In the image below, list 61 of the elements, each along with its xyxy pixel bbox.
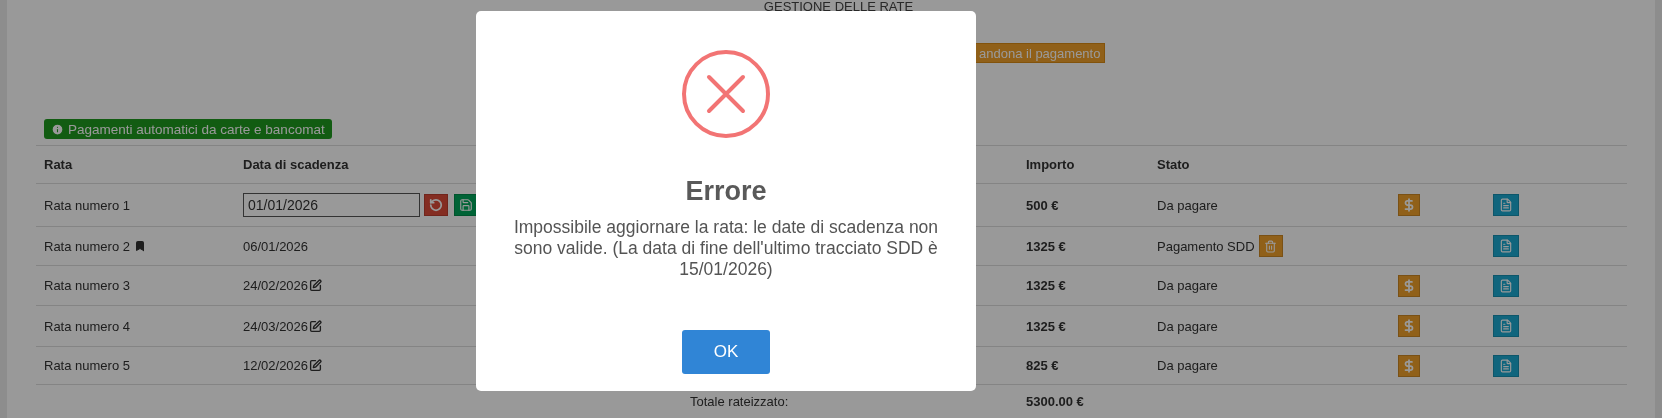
total-amount: 5300.00 €	[1026, 394, 1084, 409]
amount-cell: 500 €	[1026, 197, 1059, 213]
pay-button[interactable]	[1398, 315, 1420, 337]
table-cell: Rata numero 4	[44, 318, 130, 334]
dialog-message: Impossibile aggiornare la rata: le date di scadenza non sono valide. (La data di fine dell'ultimo tracciato SDD è 15/01/2026)	[512, 217, 940, 280]
document-icon	[1499, 358, 1513, 373]
column-header: Importo	[1026, 157, 1075, 172]
status-cell: Da pagare	[1157, 197, 1218, 213]
page-title: GESTIONE DELLE RATE	[763, 0, 914, 13]
status-cell: Pagamento SDD	[1157, 238, 1255, 254]
document-icon	[1499, 319, 1513, 333]
delete-button[interactable]	[1258, 235, 1283, 257]
trash-icon	[1264, 239, 1278, 253]
error-icon	[681, 49, 771, 139]
info-icon	[51, 122, 64, 136]
pdf-button[interactable]	[1493, 194, 1519, 216]
pay-button[interactable]	[1398, 194, 1420, 216]
column-header: Stato	[1157, 157, 1190, 172]
ok-button[interactable]: OK	[682, 330, 770, 374]
pdf-button[interactable]	[1493, 354, 1519, 377]
dollar-icon	[1402, 278, 1416, 293]
edit-icon[interactable]	[309, 279, 323, 292]
save-icon	[459, 198, 473, 212]
undo-icon	[429, 198, 443, 212]
edit-icon[interactable]	[309, 359, 323, 372]
pdf-button[interactable]	[1493, 315, 1519, 337]
due-date: 06/01/2026	[243, 238, 309, 254]
amount-cell: 825 €	[1026, 358, 1059, 373]
pay-button[interactable]	[1398, 354, 1420, 377]
save-button[interactable]	[454, 194, 478, 216]
pay-button[interactable]	[1398, 274, 1420, 297]
table-cell: Rata numero 1	[44, 197, 130, 213]
undo-button[interactable]	[424, 194, 448, 216]
date-field[interactable]: 01/01/2026	[243, 193, 420, 217]
due-date: 24/03/2026	[243, 318, 309, 334]
amount-cell: 1325 €	[1026, 318, 1066, 334]
dialog-title: Errore	[685, 175, 767, 207]
dollar-icon	[1402, 198, 1416, 212]
table-cell: Rata numero 5	[44, 358, 130, 373]
table-cell: Rata numero 3	[44, 278, 130, 293]
status-cell: Da pagare	[1157, 318, 1218, 334]
due-date: 12/02/2026	[243, 358, 309, 373]
total-label: Totale rateizzato:	[689, 394, 789, 409]
edit-icon[interactable]	[309, 319, 323, 333]
due-date: 24/02/2026	[243, 278, 309, 293]
document-icon	[1499, 278, 1513, 293]
amount-cell: 1325 €	[1026, 278, 1066, 293]
table-cell: Rata numero 2	[44, 238, 130, 254]
column-header: Rata	[44, 157, 73, 172]
dollar-icon	[1402, 358, 1416, 373]
document-icon	[1499, 198, 1513, 212]
dollar-icon	[1402, 319, 1416, 333]
pdf-button[interactable]	[1493, 274, 1519, 297]
column-header: Data di scadenza	[243, 157, 349, 172]
badge-text: Pagamenti automatici da carte e bancomat	[68, 121, 325, 137]
pdf-button[interactable]	[1493, 235, 1519, 257]
status-cell: Da pagare	[1157, 358, 1218, 373]
status-cell: Da pagare	[1157, 278, 1218, 293]
document-icon	[1499, 239, 1513, 253]
action-button[interactable]: andona il pagamento	[974, 43, 1106, 63]
amount-cell: 1325 €	[1026, 238, 1066, 254]
